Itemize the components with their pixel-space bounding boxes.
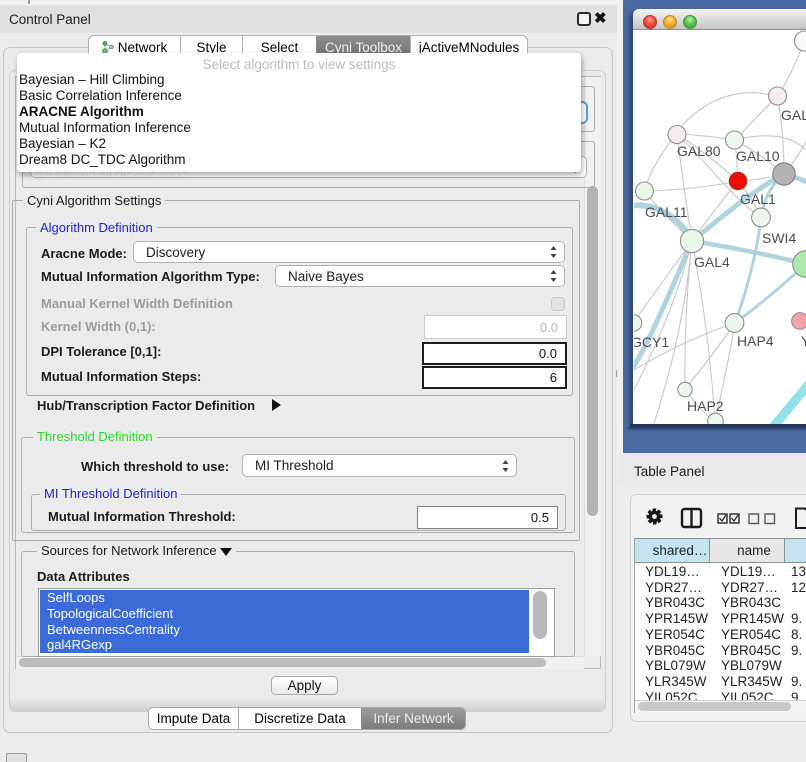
- svg-text:HAP4: HAP4: [737, 333, 774, 349]
- svg-text:GAL11: GAL11: [645, 204, 688, 220]
- svg-text:GAL4: GAL4: [694, 254, 730, 270]
- svg-text:GCY1: GCY1: [634, 334, 669, 350]
- svg-text:GAL10: GAL10: [736, 148, 780, 164]
- svg-text:HAP2: HAP2: [687, 398, 724, 414]
- svg-text:GAL80: GAL80: [677, 143, 721, 159]
- svg-text:YJ: YJ: [801, 333, 806, 349]
- svg-text:SWI4: SWI4: [762, 230, 796, 246]
- svg-text:GAL7: GAL7: [781, 107, 806, 123]
- svg-text:GAL1: GAL1: [740, 191, 776, 207]
